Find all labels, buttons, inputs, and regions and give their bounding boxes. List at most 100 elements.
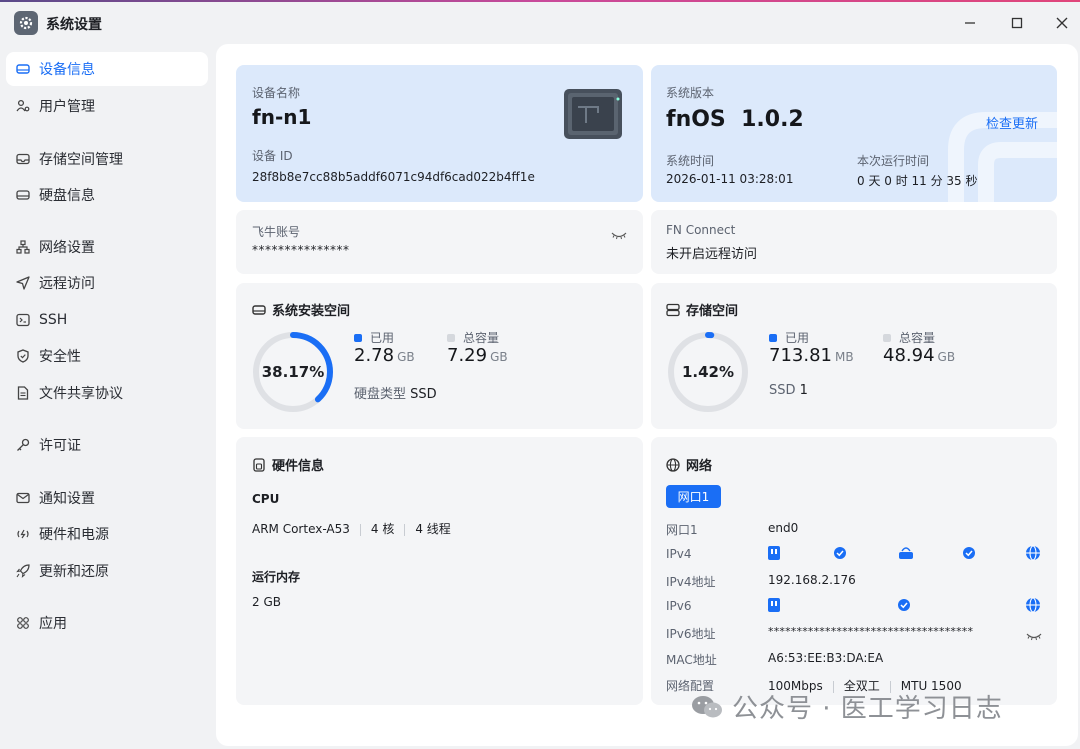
sidebar-item-license[interactable]: 许可证 [6, 428, 208, 462]
system-total-value: 7.29 GB [447, 345, 508, 366]
router-icon [899, 552, 913, 559]
mac-address: A6:53:EE:B3:DA:EA [768, 651, 884, 665]
storage-percent: 1.42% [681, 363, 735, 381]
sidebar-item-disk[interactable]: 硬盘信息 [6, 178, 208, 212]
system-time: 2026-01-11 03:28:01 [666, 172, 794, 186]
apps-icon [16, 616, 30, 630]
sidebar-item-apps[interactable]: 应用 [6, 606, 208, 640]
check-icon [834, 547, 846, 559]
power-icon [16, 527, 30, 541]
key-icon [16, 438, 30, 452]
fn-connect-status: 未开启远程访问 [666, 247, 758, 262]
ipv6-label: IPv6 [666, 599, 692, 613]
globe-icon [666, 457, 680, 472]
maximize-button[interactable] [1006, 12, 1028, 34]
sidebar-item-ssh[interactable]: SSH [6, 303, 208, 337]
device-icon [16, 62, 30, 76]
ipv6-address: ************************************ [768, 625, 974, 638]
sidebar-item-label: 远程访问 [39, 276, 95, 292]
eye-closed-icon[interactable] [1026, 627, 1042, 646]
ipv6-address-label: IPv6地址 [666, 627, 716, 641]
system-card: 系统版本 fnOS 1.0.2 检查更新 系统时间 2026-01-11 03:… [651, 65, 1057, 202]
shield-icon [16, 349, 30, 363]
system-version-label: 系统版本 [666, 86, 715, 100]
storage-total-value: 48.94 GB [883, 345, 956, 366]
uptime-label: 本次运行时间 [857, 154, 930, 168]
window-title: 系统设置 [46, 17, 102, 33]
ipv4-address-label: IPv4地址 [666, 575, 716, 589]
hardware-card: 硬件信息 CPU ARM Cortex-A53 4 核4 线程 运行内存 2 GB [236, 437, 643, 705]
system-space-card: 系统安装空间 38.17% 已用 2.78 GB 总容量 7.29 GB 硬盘类型 … [236, 283, 643, 429]
ipv4-label: IPv4 [666, 547, 692, 561]
account-value: *************** [252, 243, 350, 257]
fn-connect-label: FN Connect [666, 223, 736, 237]
ipv4-address: 192.168.2.176 [768, 573, 856, 587]
sidebar-item-label: 设备信息 [39, 62, 95, 78]
sidebar-item-label: 硬盘信息 [39, 188, 95, 204]
sidebar-item-label: 通知设置 [39, 491, 95, 507]
network-title: 网络 [666, 455, 712, 474]
sidebar-item-file-sharing[interactable]: 文件共享协议 [6, 376, 208, 410]
system-used-label: 已用 [354, 329, 394, 346]
sidebar-item-label: 安全性 [39, 349, 81, 365]
sidebar-item-remote-access[interactable]: 远程访问 [6, 266, 208, 300]
watermark: 公众号 · 医工学习日志 [690, 688, 1003, 725]
hardware-title-text: 硬件信息 [272, 459, 325, 474]
nas-device-icon [562, 87, 626, 145]
network-icon [16, 240, 30, 254]
system-time-label: 系统时间 [666, 154, 715, 168]
close-button[interactable] [1051, 12, 1073, 34]
system-space-percent: 38.17% [261, 363, 325, 381]
system-version: fnOS 1.0.2 [666, 107, 804, 132]
sidebar-item-label: 应用 [39, 616, 67, 632]
sidebar-item-label: 网络设置 [39, 240, 95, 256]
sidebar-item-users[interactable]: 用户管理 [6, 89, 208, 123]
nic-icon [768, 598, 780, 612]
chip-icon [252, 457, 266, 472]
system-space-title: 系统安装空间 [252, 300, 350, 319]
ipv6-topology [768, 597, 1040, 613]
storage-ring: 1.42% [666, 330, 750, 414]
cpu-info: ARM Cortex-A53 4 核4 线程 [252, 522, 451, 536]
check-update-link[interactable]: 检查更新 [986, 113, 1038, 132]
sidebar-item-device-info[interactable]: 设备信息 [6, 52, 208, 86]
cpu-label: CPU [252, 492, 280, 506]
sidebar-item-notifications[interactable]: 通知设置 [6, 481, 208, 515]
storage-total-label: 总容量 [883, 329, 935, 346]
sidebar-item-label: 更新和还原 [39, 564, 109, 580]
storage-used-value: 713.81 MB [769, 345, 854, 366]
file-icon [16, 386, 30, 400]
disk-type: 硬盘类型 SSD [354, 387, 437, 402]
check-icon [898, 599, 910, 611]
sidebar-item-network[interactable]: 网络设置 [6, 230, 208, 264]
port-label: 网口1 [666, 523, 698, 537]
nic-icon [768, 546, 780, 560]
account-label: 飞牛账号 [252, 225, 301, 239]
eye-closed-icon[interactable] [611, 226, 627, 245]
system-total-label: 总容量 [447, 329, 499, 346]
device-id-label: 设备 ID [252, 149, 293, 163]
sidebar-item-hardware-power[interactable]: 硬件和电源 [6, 517, 208, 551]
system-space-ring: 38.17% [251, 330, 335, 414]
send-icon [16, 276, 30, 290]
sidebar-item-update-restore[interactable]: 更新和还原 [6, 554, 208, 588]
check-icon [963, 547, 975, 559]
hardware-title: 硬件信息 [252, 455, 324, 474]
terminal-icon [16, 313, 30, 327]
sidebar-item-label: 许可证 [39, 438, 81, 454]
minimize-button[interactable] [959, 12, 981, 34]
tab-port1[interactable]: 网口1 [666, 485, 721, 508]
network-card: 网络 网口1 网口1 end0 IPv4 IPv4地址 192.168.2.17… [651, 437, 1057, 705]
sidebar-item-label: 文件共享协议 [39, 386, 123, 402]
device-name: fn-n1 [252, 105, 312, 129]
port-value: end0 [768, 521, 799, 535]
storage-icon [16, 152, 30, 166]
network-title-text: 网络 [686, 459, 713, 474]
sidebar-item-label: 存储空间管理 [39, 152, 123, 168]
ssd-count: SSD 1 [769, 383, 808, 398]
storage-title-text: 存储空间 [686, 304, 739, 319]
sidebar-item-storage[interactable]: 存储空间管理 [6, 142, 208, 176]
sidebar-item-security[interactable]: 安全性 [6, 339, 208, 373]
uptime: 0 天 0 时 11 分 35 秒 [857, 174, 978, 188]
device-id: 28f8b8e7cc88b5addf6071c94df6cad022b4ff1e [252, 170, 535, 184]
